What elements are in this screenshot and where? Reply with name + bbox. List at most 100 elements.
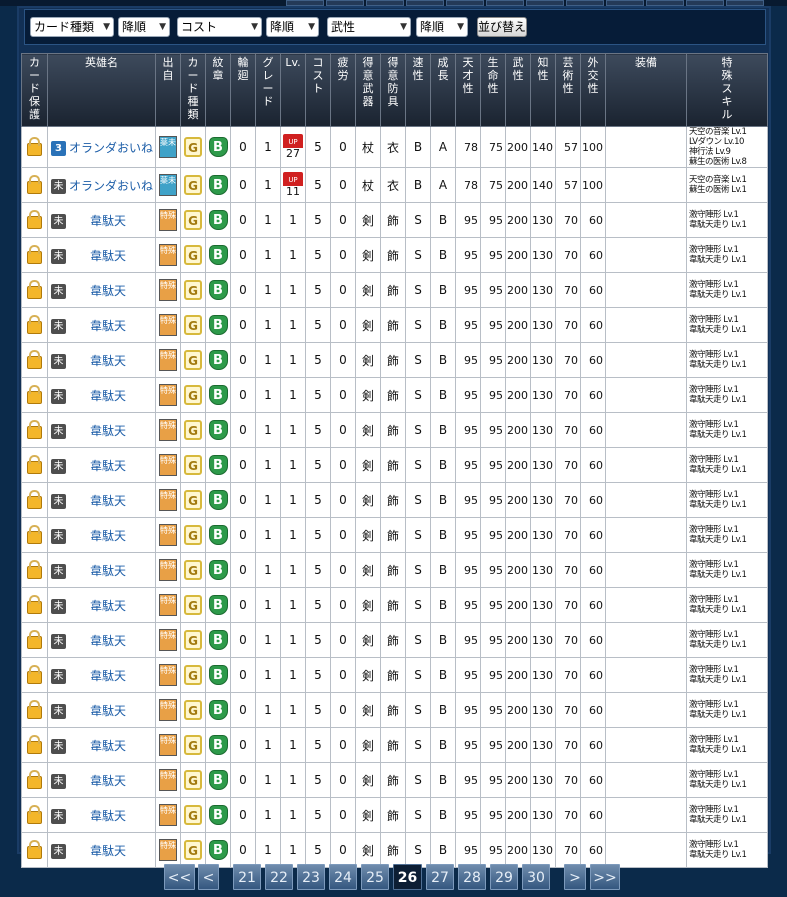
- page-21-button[interactable]: 21: [233, 864, 261, 890]
- padlock-icon[interactable]: [27, 804, 42, 824]
- level-value: 1: [289, 598, 297, 612]
- order-select-2[interactable]: 降順 ▼: [266, 17, 319, 37]
- page-28-button[interactable]: 28: [458, 864, 486, 890]
- stat-select-2[interactable]: 武性 ▼: [327, 17, 411, 37]
- stat-cell-3: 200: [505, 587, 531, 623]
- table-row[interactable]: 未韋駄天 特殊 G B 0 1 1 5 0 剣飾 S B 95 95 200 130 70 60 激守陣形 Lv.1…: [21, 552, 768, 588]
- b-crest-icon: B: [208, 735, 228, 755]
- page-30-button[interactable]: 30: [522, 864, 550, 890]
- padlock-icon[interactable]: [27, 279, 42, 299]
- padlock-icon[interactable]: [27, 349, 42, 369]
- hero-name-link[interactable]: 韋駄天: [69, 842, 147, 859]
- table-row[interactable]: 未韋駄天 特殊 G B 0 1 1 5 0 剣飾 S B 95 95 200 130 70 60 激守陣形 Lv.1…: [21, 202, 768, 238]
- padlock-icon[interactable]: [27, 454, 42, 474]
- padlock-icon[interactable]: [27, 244, 42, 264]
- padlock-icon[interactable]: [27, 664, 42, 684]
- padlock-icon[interactable]: [27, 384, 42, 404]
- sort-button[interactable]: 並び替え: [477, 17, 527, 37]
- hero-name-link[interactable]: 韋駄天: [69, 562, 147, 579]
- padlock-icon[interactable]: [27, 629, 42, 649]
- padlock-icon[interactable]: [27, 559, 42, 579]
- page-23-button[interactable]: 23: [297, 864, 325, 890]
- table-row[interactable]: 未韋駄天 特殊 G B 0 1 1 5 0 剣飾 S B 95 95 200 130 70 60 激守陣形 Lv.1…: [21, 307, 768, 343]
- table-row[interactable]: 未韋駄天 特殊 G B 0 1 1 5 0 剣飾 S B 95 95 200 130 70 60 激守陣形 Lv.1…: [21, 622, 768, 658]
- hero-name-link[interactable]: 韋駄天: [69, 772, 147, 789]
- table-row[interactable]: 未韋駄天 特殊 G B 0 1 1 5 0 剣飾 S B 95 95 200 130 70 60 激守陣形 Lv.1…: [21, 482, 768, 518]
- first-page-button[interactable]: <<: [164, 864, 195, 890]
- last-page-button[interactable]: >>: [590, 864, 620, 890]
- stat-value: 70: [564, 808, 578, 822]
- stat-cell-4: 130: [530, 622, 556, 658]
- hero-name-link[interactable]: 韋駄天: [69, 597, 147, 614]
- table-row[interactable]: 未韋駄天 特殊 G B 0 1 1 5 0 剣飾 S B 95 95 200 130 70 60 激守陣形 Lv.1…: [21, 587, 768, 623]
- table-row[interactable]: 未韋駄天 特殊 G B 0 1 1 5 0 剣飾 S B 95 95 200 130 70 60 激守陣形 Lv.1…: [21, 342, 768, 378]
- table-row[interactable]: 未韋駄天 特殊 G B 0 1 1 5 0 剣飾 S B 95 95 200 130 70 60 激守陣形 Lv.1…: [21, 692, 768, 728]
- hero-name-link[interactable]: オランダおいね: [69, 177, 153, 194]
- skill-entry: 激守陣形 Lv.1: [689, 770, 739, 780]
- hero-name-link[interactable]: 韋駄天: [69, 317, 147, 334]
- table-row[interactable]: 未韋駄天 特殊 G B 0 1 1 5 0 剣飾 S B 95 95 200 130 70 60 激守陣形 Lv.1…: [21, 237, 768, 273]
- table-row[interactable]: 未オランダおいね 薬未 G B 0 1 UP 11 5 0 杖衣 B A 78 75 200 140 57 100 天…: [21, 167, 768, 203]
- card-type-cell: G: [180, 657, 206, 693]
- hero-name-link[interactable]: 韋駄天: [69, 387, 147, 404]
- padlock-icon[interactable]: [27, 489, 42, 509]
- next-page-button[interactable]: >: [564, 864, 586, 890]
- table-row[interactable]: 未韋駄天 特殊 G B 0 1 1 5 0 剣飾 S B 95 95 200 130 70 60 激守陣形 Lv.1…: [21, 797, 768, 833]
- order-select-3[interactable]: 降順 ▼: [416, 17, 468, 37]
- padlock-icon[interactable]: [27, 734, 42, 754]
- hero-name-link[interactable]: 韋駄天: [69, 282, 147, 299]
- hero-name-link[interactable]: 韋駄天: [69, 352, 147, 369]
- table-row[interactable]: 未韋駄天 特殊 G B 0 1 1 5 0 剣飾 S B 95 95 200 130 70 60 激守陣形 Lv.1…: [21, 517, 768, 553]
- card-protect-cell: [21, 692, 48, 728]
- table-row[interactable]: 未韋駄天 特殊 G B 0 1 1 5 0 剣飾 S B 95 95 200 130 70 60 激守陣形 Lv.1…: [21, 762, 768, 798]
- order-select-1[interactable]: 降順 ▼: [118, 17, 170, 37]
- padlock-icon[interactable]: [27, 524, 42, 544]
- armor-cell-value: 飾: [386, 843, 399, 858]
- hero-name-link[interactable]: 韋駄天: [69, 632, 147, 649]
- hero-name-link[interactable]: 韋駄天: [69, 702, 147, 719]
- page-24-button[interactable]: 24: [329, 864, 357, 890]
- special-skill-cell: 激守陣形 Lv.1 韋駄天走り Lv.1: [686, 552, 768, 588]
- padlock-icon[interactable]: [27, 419, 42, 439]
- padlock-icon[interactable]: [27, 769, 42, 789]
- hero-name-link[interactable]: 韋駄天: [69, 212, 147, 229]
- table-row[interactable]: 未韋駄天 特殊 G B 0 1 1 5 0 剣飾 S B 95 95 200 130 70 60 激守陣形 Lv.1…: [21, 447, 768, 483]
- hero-name-link[interactable]: 韋駄天: [69, 247, 147, 264]
- prev-page-button[interactable]: <: [198, 864, 219, 890]
- hero-name-link[interactable]: 韋駄天: [69, 807, 147, 824]
- column-header-label: 輪廻: [237, 56, 249, 82]
- card-type-select[interactable]: カード種類 ▼: [30, 17, 114, 37]
- padlock-icon[interactable]: [27, 136, 42, 156]
- table-header-row: カード保護 英雄名 出自 カード種類 紋章 輪廻 グレード Lv. コスト 疲労 得意武器 得意防具 速…: [21, 53, 768, 127]
- hero-name-link[interactable]: オランダおいね: [69, 139, 153, 156]
- stat-select-1[interactable]: コスト ▼: [177, 17, 262, 37]
- padlock-icon[interactable]: [27, 699, 42, 719]
- hero-name-link[interactable]: 韋駄天: [69, 457, 147, 474]
- padlock-icon[interactable]: [27, 174, 42, 194]
- stat-cell-4: 130: [530, 307, 556, 343]
- hero-name-link[interactable]: 韋駄天: [69, 737, 147, 754]
- table-row[interactable]: 未韋駄天 特殊 G B 0 1 1 5 0 剣飾 S B 95 95 200 130 70 60 激守陣形 Lv.1…: [21, 412, 768, 448]
- padlock-icon[interactable]: [27, 314, 42, 334]
- page-22-button[interactable]: 22: [265, 864, 293, 890]
- hero-name-link[interactable]: 韋駄天: [69, 422, 147, 439]
- hero-name-link[interactable]: 韋駄天: [69, 667, 147, 684]
- padlock-icon[interactable]: [27, 839, 42, 859]
- table-row[interactable]: 未韋駄天 特殊 G B 0 1 1 5 0 剣飾 S B 95 95 200 130 70 60 激守陣形 Lv.1…: [21, 832, 768, 868]
- hero-name-link[interactable]: 韋駄天: [69, 492, 147, 509]
- table-row[interactable]: 未韋駄天 特殊 G B 0 1 1 5 0 剣飾 S B 95 95 200 130 70 60 激守陣形 Lv.1…: [21, 272, 768, 308]
- page-29-button[interactable]: 29: [490, 864, 518, 890]
- b-crest-icon: B: [208, 245, 228, 265]
- table-row[interactable]: 未韋駄天 特殊 G B 0 1 1 5 0 剣飾 S B 95 95 200 130 70 60 激守陣形 Lv.1…: [21, 657, 768, 693]
- table-row[interactable]: 未韋駄天 特殊 G B 0 1 1 5 0 剣飾 S B 95 95 200 130 70 60 激守陣形 Lv.1…: [21, 727, 768, 763]
- stat-value: 95: [489, 388, 503, 402]
- padlock-icon[interactable]: [27, 209, 42, 229]
- page-25-button[interactable]: 25: [361, 864, 389, 890]
- page-27-button[interactable]: 27: [426, 864, 454, 890]
- padlock-icon[interactable]: [27, 594, 42, 614]
- hero-name-link[interactable]: 韋駄天: [69, 527, 147, 544]
- table-row[interactable]: 未韋駄天 特殊 G B 0 1 1 5 0 剣飾 S B 95 95 200 130 70 60 激守陣形 Lv.1…: [21, 377, 768, 413]
- table-row[interactable]: 3 オランダおいね 薬未 G B 0 1 UP 27 5 0 杖衣 B A 78 75 200 140 57 100 天…: [21, 126, 768, 168]
- column-header: 出自: [155, 53, 181, 127]
- b-crest-icon: B: [208, 137, 228, 157]
